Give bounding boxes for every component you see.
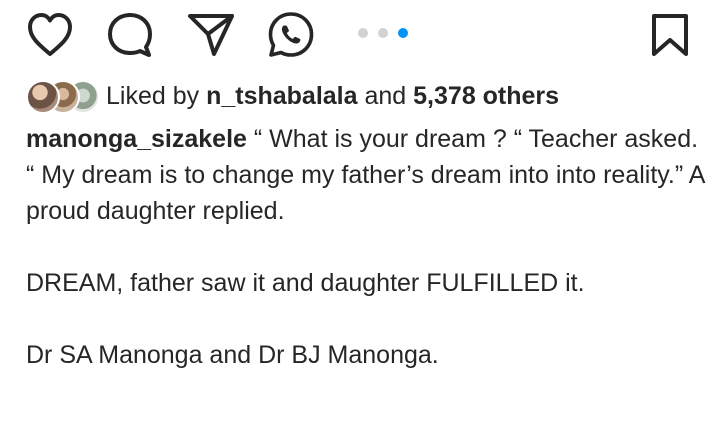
likes-count-link[interactable]: 5,378 others: [413, 82, 559, 110]
comment-icon[interactable]: [106, 12, 154, 58]
post-caption: manonga_sizakele “ What is your dream ? …: [26, 121, 706, 373]
liker-avatars[interactable]: [26, 78, 100, 114]
post-action-bar: [0, 0, 720, 72]
send-icon[interactable]: [186, 10, 236, 58]
heart-icon[interactable]: [26, 12, 74, 58]
carousel-dot-active: [398, 28, 408, 38]
liked-by-prefix: Liked by: [106, 82, 200, 110]
carousel-dot: [378, 28, 388, 38]
whatsapp-icon[interactable]: [266, 10, 316, 60]
caption-para-1: manonga_sizakele “ What is your dream ? …: [26, 121, 706, 157]
caption-line-2: “ My dream is to change my father’s drea…: [26, 161, 712, 225]
caption-line-1: “ What is your dream ? “ Teacher asked.: [253, 125, 699, 153]
avatar: [26, 80, 60, 114]
carousel-dot: [358, 28, 368, 38]
caption-line-3: DREAM, father saw it and daughter FULFIL…: [26, 269, 585, 297]
caption-line-4: Dr SA Manonga and Dr BJ Manonga.: [26, 341, 439, 369]
caption-username[interactable]: manonga_sizakele: [26, 125, 247, 153]
liked-by-and: and: [364, 82, 407, 110]
liked-by-text: Liked by n_tshabalala and 5,378 others: [106, 80, 559, 112]
bookmark-icon[interactable]: [648, 12, 692, 58]
liker-username[interactable]: n_tshabalala: [206, 82, 357, 110]
